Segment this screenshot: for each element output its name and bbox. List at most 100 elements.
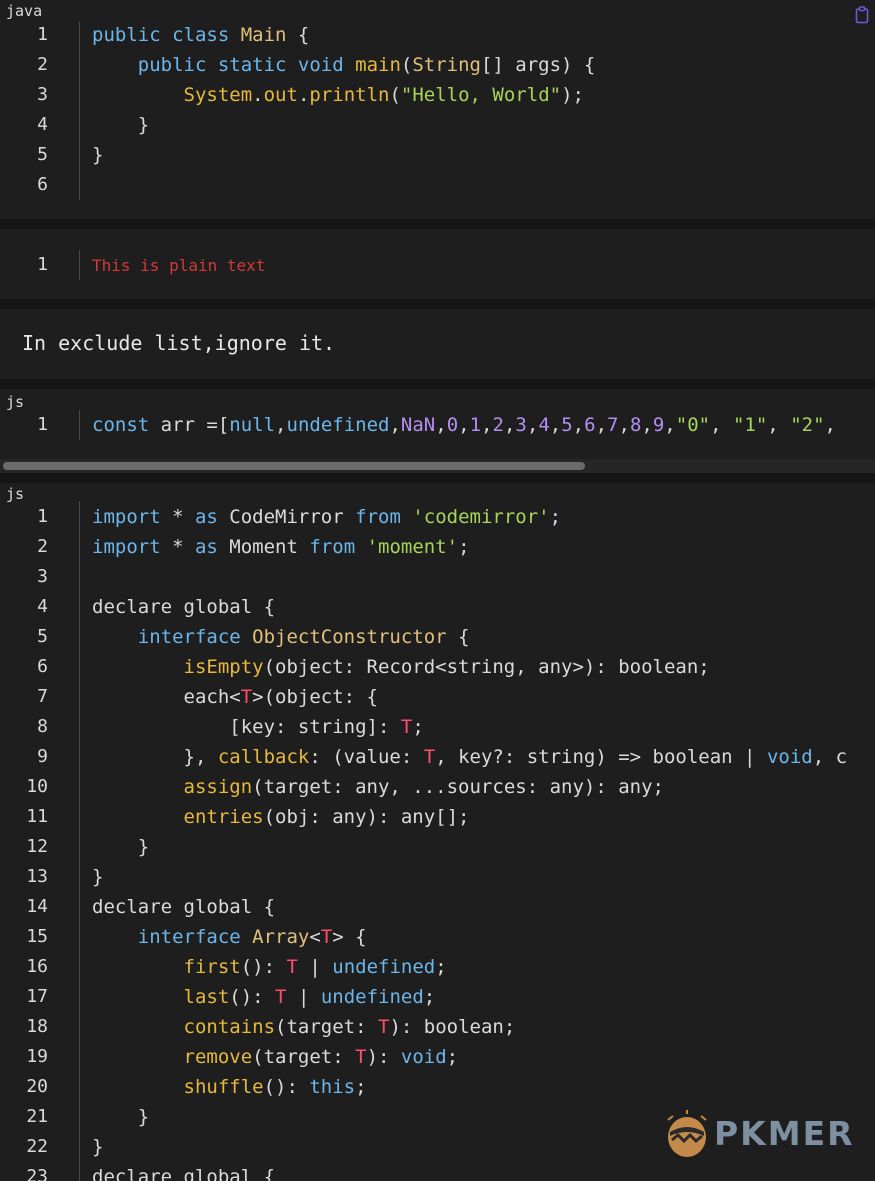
- code-token: |: [297, 956, 333, 978]
- code-token: ,: [572, 414, 585, 436]
- code-line: 8 [key: string]: T;: [0, 712, 875, 742]
- code-text[interactable]: }: [92, 110, 149, 140]
- line-number: 7: [37, 686, 48, 707]
- code-token: ;: [412, 716, 424, 738]
- code-token: callback: [217, 746, 310, 768]
- line-number: 20: [26, 1076, 48, 1097]
- code-token: ;: [423, 986, 436, 1008]
- code-token: T: [400, 716, 413, 738]
- line-number: 9: [37, 746, 48, 767]
- code-token: ,: [549, 414, 562, 436]
- code-token: last: [183, 986, 230, 1008]
- code-text[interactable]: assign(target: any, ...sources: any): an…: [92, 772, 664, 802]
- code-text[interactable]: last(): T | undefined;: [92, 982, 436, 1012]
- code-text[interactable]: import * as CodeMirror from 'codemirror'…: [92, 502, 561, 532]
- line-number: 3: [37, 566, 48, 587]
- code-token: "1": [732, 414, 768, 436]
- code-text[interactable]: declare global {: [92, 1162, 275, 1181]
- code-line: 1 public class Main {: [0, 20, 875, 50]
- code-text[interactable]: declare global {: [92, 592, 275, 622]
- line-number: 21: [26, 1106, 48, 1127]
- line-number: 1: [37, 254, 48, 275]
- code-line: 7 each<T>(object: {: [0, 682, 875, 712]
- code-block-plain: 1 This is plain text: [0, 229, 875, 299]
- language-label: js: [6, 393, 25, 411]
- line-number: 4: [37, 596, 48, 617]
- code-token: ,: [618, 414, 630, 436]
- code-text[interactable]: import * as Moment from 'moment';: [92, 532, 470, 562]
- code-token: undefined: [320, 986, 424, 1008]
- code-token: main: [355, 54, 401, 76]
- scrollbar-thumb[interactable]: [3, 462, 585, 470]
- code-line: 5 interface ObjectConstructor {: [0, 622, 875, 652]
- code-text[interactable]: remove(target: T): void;: [92, 1042, 459, 1072]
- line-number: 19: [26, 1046, 48, 1067]
- code-text[interactable]: }: [92, 1102, 149, 1132]
- code-text[interactable]: interface Array<T> {: [92, 922, 367, 952]
- code-text[interactable]: each<T>(object: {: [92, 682, 379, 712]
- code-text[interactable]: public static void main(String[] args) {: [92, 50, 596, 80]
- code-text[interactable]: first(): T | undefined;: [92, 952, 447, 982]
- code-line: 12 }: [0, 832, 875, 862]
- code-token: import: [92, 536, 173, 558]
- code-text[interactable]: public class Main {: [92, 20, 309, 50]
- code-line: 19 remove(target: T): void;: [0, 1042, 875, 1072]
- code-token: }: [92, 1106, 150, 1128]
- code-token: T: [423, 746, 436, 768]
- code-block-js-declare: js 1 import * as CodeMirror from 'codemir…: [0, 483, 875, 1181]
- code-token: as: [194, 536, 230, 558]
- code-line: 5}: [0, 140, 875, 170]
- code-token: );: [561, 84, 584, 106]
- code-token: each<: [92, 686, 241, 708]
- code-token: 6: [584, 414, 596, 436]
- line-number: 5: [37, 626, 48, 647]
- code-token: first: [183, 956, 241, 978]
- code-token: arr =[: [160, 414, 230, 436]
- code-token: undefined: [332, 956, 436, 978]
- code-text[interactable]: shuffle(): this;: [92, 1072, 367, 1102]
- code-line: 14 declare global {: [0, 892, 875, 922]
- code-token: ;: [446, 1046, 459, 1068]
- code-token: ,: [595, 414, 608, 436]
- code-token: T: [275, 986, 287, 1008]
- pkmer-logo: PKMER: [664, 1108, 864, 1162]
- code-token: {: [297, 24, 310, 46]
- code-line: 17 last(): T | undefined;: [0, 982, 875, 1012]
- code-text[interactable]: const arr =[null,undefined,NaN,0,1,2,3,4…: [92, 410, 836, 440]
- code-token: ;: [435, 956, 447, 978]
- code-token: : (value:: [309, 746, 424, 768]
- code-text[interactable]: }: [92, 1132, 103, 1162]
- code-text[interactable]: [key: string]: T;: [92, 712, 424, 742]
- code-token: null: [229, 414, 276, 436]
- code-text[interactable]: This is plain text: [92, 250, 265, 281]
- code-token: void: [400, 1046, 447, 1068]
- code-text[interactable]: entries(obj: any): any[];: [92, 802, 470, 832]
- horizontal-scrollbar[interactable]: [0, 459, 875, 473]
- code-text[interactable]: interface ObjectConstructor {: [92, 622, 470, 652]
- code-token: const: [92, 414, 161, 436]
- line-number: 17: [26, 986, 48, 1007]
- code-token: from: [355, 506, 413, 528]
- code-text[interactable]: declare global {: [92, 892, 275, 922]
- code-text[interactable]: System.out.println("Hello, World");: [92, 80, 584, 110]
- code-text[interactable]: contains(target: T): boolean;: [92, 1012, 516, 1042]
- code-token: 5: [561, 414, 573, 436]
- code-text[interactable]: }, callback: (value: T, key?: string) =>…: [92, 742, 848, 772]
- code-text[interactable]: }: [92, 832, 149, 862]
- code-line: 3 System.out.println("Hello, World");: [0, 80, 875, 110]
- code-text[interactable]: }: [92, 862, 103, 892]
- line-number: 15: [26, 926, 48, 947]
- code-text[interactable]: isEmpty(object: Record<string, any>): bo…: [92, 652, 710, 682]
- pkmer-mascot-icon: [667, 1110, 707, 1157]
- code-token: *: [172, 506, 195, 528]
- code-token: 3: [515, 414, 527, 436]
- code-token: ;: [458, 536, 470, 558]
- code-text[interactable]: }: [92, 140, 103, 170]
- line-number: 2: [37, 54, 48, 75]
- code-token: ,: [275, 414, 287, 436]
- code-token: .: [297, 84, 310, 106]
